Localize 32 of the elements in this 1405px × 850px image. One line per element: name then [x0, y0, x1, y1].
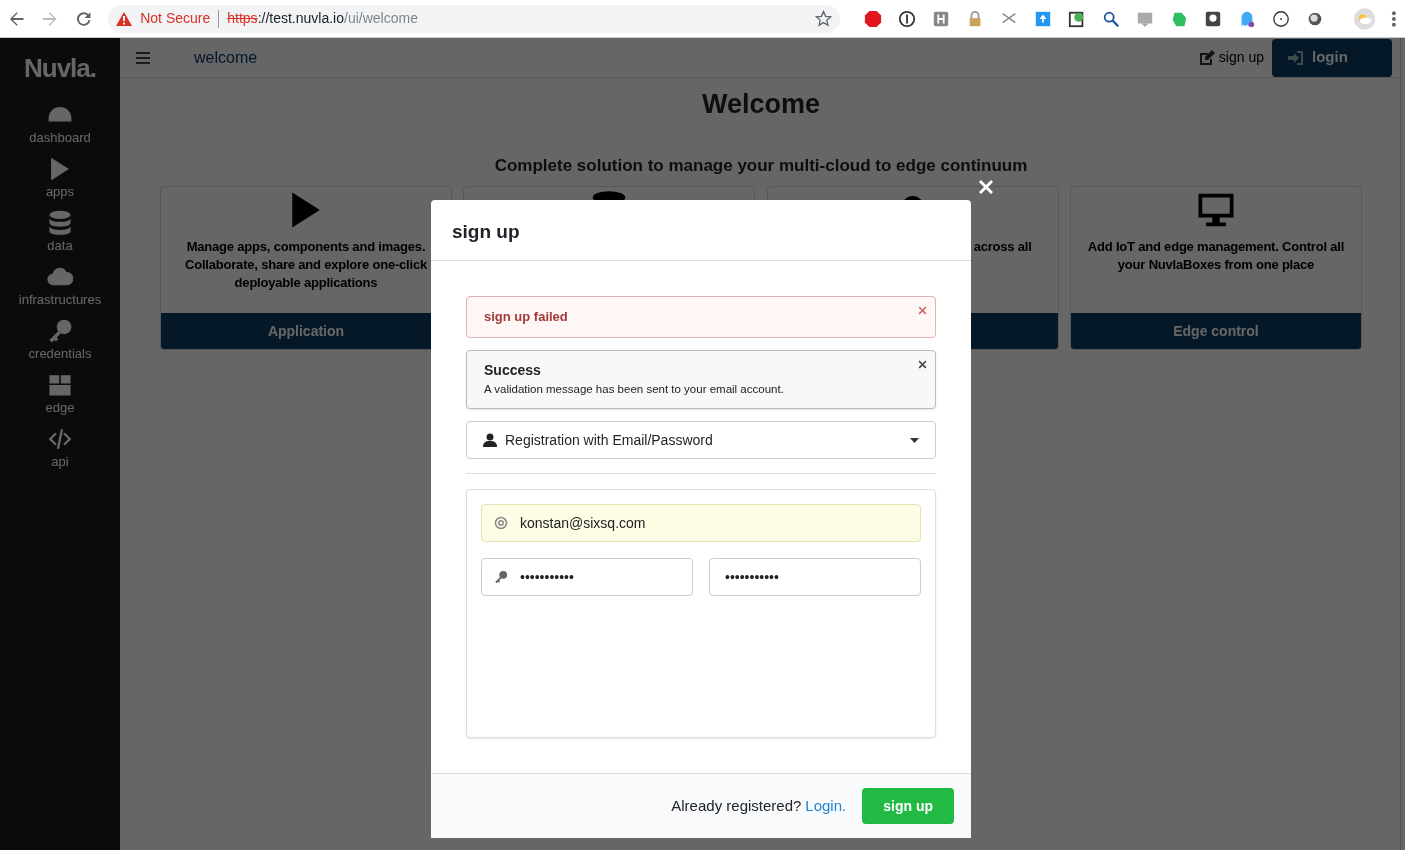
footer-text: Already registered?	[671, 795, 802, 816]
sidebar-item[interactable]: api	[47, 422, 73, 476]
logo: Nuvla.	[24, 51, 96, 85]
method-dropdown[interactable]: Registration with Email/Password	[466, 421, 936, 459]
password-field[interactable]: •••••••••••	[481, 558, 693, 596]
card-description: Add IoT and edge management. Control all your NuvlaBoxes from one place	[1086, 238, 1346, 274]
sidebar-item[interactable]: apps	[45, 152, 75, 206]
sidebar-item[interactable]: dashboard	[29, 98, 91, 152]
sidebar-item[interactable]: data	[47, 206, 73, 260]
breadcrumb-link[interactable]: welcome	[194, 45, 258, 70]
dropdown-value: Registration with Email/Password	[505, 430, 714, 450]
url-text: https://test.nuvla.io/ui/welcome	[227, 9, 419, 28]
dialog-title: sign up	[431, 200, 971, 261]
card-button[interactable]: Edge control	[1071, 313, 1361, 349]
page-title: Welcome	[701, 88, 820, 121]
page-subtitle: Complete solution to manage your multi-cloud to edge continuum	[494, 154, 1028, 177]
alert-title: Success	[484, 361, 542, 380]
sidebar-item[interactable]: edge	[45, 368, 75, 422]
card-description: across all	[973, 238, 1032, 256]
address-bar[interactable]: Not Secure https://test.nuvla.io/ui/welcome	[108, 4, 840, 33]
card-description: Manage apps, components and images. Collaborate, share and explore one-click deployable applications	[184, 238, 428, 292]
signup-button[interactable]: sign up	[862, 788, 954, 824]
login-link[interactable]: Login.	[805, 794, 847, 818]
email-field[interactable]: konstan@sixsq.com	[481, 504, 921, 542]
login-button[interactable]: login	[1272, 38, 1392, 77]
alert-title: sign up failed	[484, 308, 569, 326]
sidebar-item[interactable]: infrastructures	[18, 260, 102, 314]
alert-text: A validation message has been sent to your email account.	[484, 382, 785, 397]
security-label: Not Secure	[140, 9, 211, 28]
signup-link[interactable]: sign up	[1198, 47, 1264, 68]
sidebar-item[interactable]: credentials	[28, 314, 92, 368]
password-field[interactable]: •••••••••••	[709, 558, 921, 596]
